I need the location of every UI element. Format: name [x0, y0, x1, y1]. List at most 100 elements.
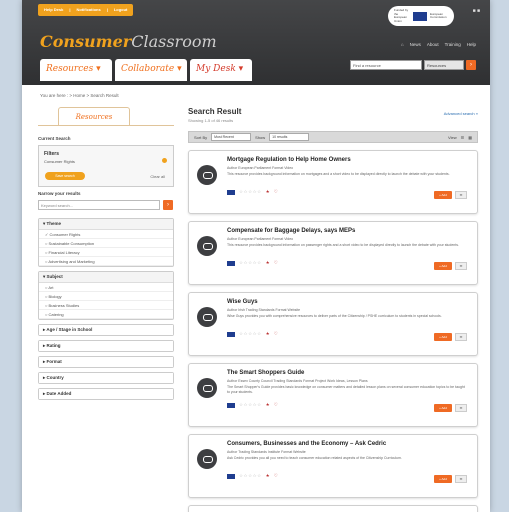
logo-thin: Classroom — [131, 32, 217, 51]
keyword-go-icon[interactable]: › — [163, 200, 173, 210]
heart-icon[interactable]: ♡ — [274, 402, 278, 408]
list-view-icon[interactable]: ☰ — [461, 135, 465, 140]
nav-about[interactable]: About — [427, 42, 439, 47]
star-icon[interactable]: ★ — [266, 402, 270, 408]
show-select[interactable]: 10 results — [269, 133, 310, 141]
eu-commission-text: European Commission — [430, 11, 447, 19]
facet-header[interactable]: ▾ Theme — [39, 219, 173, 230]
notifications-link[interactable]: Notifications — [70, 4, 106, 16]
main-tabs: Resources ▾ Collaborate ▾ My Desk ▾ — [40, 59, 252, 81]
logo-bold: Consumer — [40, 32, 132, 51]
narrow-results-label: Narrow your results — [38, 191, 81, 196]
facet-header[interactable]: ▾ Subject — [39, 272, 173, 283]
share-icon[interactable]: ✉ — [455, 191, 467, 199]
result-meta: ☆☆☆☆☆ ★ ♡ — [227, 189, 278, 195]
resource-type-icon — [197, 165, 217, 185]
rating-stars[interactable]: ☆☆☆☆☆ — [239, 260, 262, 266]
facet-item[interactable]: ○ Catering — [39, 310, 173, 319]
share-icon[interactable]: ✉ — [455, 475, 467, 483]
share-icon[interactable]: ✉ — [455, 262, 467, 270]
rating-stars[interactable]: ☆☆☆☆☆ — [239, 189, 262, 195]
add-button[interactable]: + Add — [434, 333, 452, 341]
eu-funding-badge: Funded by the European Union European Co… — [388, 6, 454, 26]
add-button[interactable]: + Add — [434, 191, 452, 199]
facet-item[interactable]: ○ Biology — [39, 292, 173, 301]
heart-icon[interactable]: ♡ — [274, 189, 278, 195]
result-card[interactable]: The Smart Shoppers Guide Author Essex Co… — [188, 363, 478, 427]
result-card[interactable]: Consumers, Businesses and the Economy – … — [188, 434, 478, 498]
facet-header[interactable]: ▸ Rating — [39, 341, 173, 351]
heart-icon[interactable]: ♡ — [274, 473, 278, 479]
sort-label: Sort By — [194, 134, 208, 140]
star-icon[interactable]: ★ — [266, 473, 270, 479]
nav-training[interactable]: Training — [445, 42, 461, 47]
search-go-icon[interactable]: › — [466, 60, 476, 70]
facet-header[interactable]: ▸ Age / Stage in School — [39, 325, 173, 335]
result-title[interactable]: Wise Guys — [227, 299, 258, 305]
share-icon[interactable]: ✉ — [455, 333, 467, 341]
filters-box: Filters Consumer Rights Save search Clea… — [38, 145, 174, 187]
result-card[interactable]: Wise Guys Author Irish Trading Standards… — [188, 292, 478, 356]
facet-header[interactable]: ▸ Format — [39, 357, 173, 367]
rating-stars[interactable]: ☆☆☆☆☆ — [239, 331, 262, 337]
current-search-label: Current Search — [38, 136, 71, 141]
top-nav: ⌂ News About Training Help — [401, 42, 476, 47]
home-icon[interactable]: ⌂ — [401, 42, 404, 47]
keyword-search-input[interactable]: Keyword search... — [38, 200, 160, 210]
help-desk-link[interactable]: Help Desk — [38, 4, 69, 16]
nav-help[interactable]: Help — [467, 42, 476, 47]
result-card[interactable]: Compensate for Baggage Delays, says MEPs… — [188, 221, 478, 285]
facet-country: ▸ Country — [38, 372, 174, 384]
rating-stars[interactable]: ☆☆☆☆☆ — [239, 402, 262, 408]
clear-all-link[interactable]: Clear all — [150, 174, 165, 179]
advanced-search-link[interactable]: Advanced search » — [444, 111, 478, 116]
result-title[interactable]: Consumers, Businesses and the Economy – … — [227, 441, 386, 447]
view-label: View — [448, 134, 457, 140]
facet-header[interactable]: ▸ Country — [39, 373, 173, 383]
star-icon[interactable]: ★ — [266, 260, 270, 266]
header-search-input[interactable]: Find a resource — [350, 60, 422, 70]
facet-item[interactable]: ○ Financial Literacy — [39, 248, 173, 257]
result-author: Author Irish Trading Standards Format We… — [227, 308, 301, 312]
eu-flag-icon — [413, 11, 427, 21]
site-logo[interactable]: ConsumerClassroom — [40, 32, 217, 51]
save-search-button[interactable]: Save search — [45, 172, 85, 180]
tab-collaborate[interactable]: Collaborate ▾ — [115, 59, 187, 81]
result-title[interactable]: Mortgage Regulation to Help Home Owners — [227, 157, 351, 163]
eu-funded-text: Funded by the European Union — [394, 8, 409, 23]
facet-item[interactable]: ○ Art — [39, 283, 173, 292]
add-button[interactable]: + Add — [434, 475, 452, 483]
result-actions: + Add ✉ — [434, 475, 467, 483]
logout-link[interactable]: Logout — [108, 4, 134, 16]
facet-item[interactable]: ○ Advertising and Marketing — [39, 257, 173, 266]
resource-type-icon — [197, 449, 217, 469]
result-description: This resource provides background inform… — [227, 243, 459, 247]
heart-icon[interactable]: ♡ — [274, 331, 278, 337]
heart-icon[interactable]: ♡ — [274, 260, 278, 266]
result-card[interactable] — [188, 505, 478, 512]
header-search-select[interactable]: Resources — [424, 60, 464, 70]
result-actions: + Add ✉ — [434, 262, 467, 270]
sort-select[interactable]: Most Recent — [211, 133, 252, 141]
remove-filter-icon[interactable] — [162, 158, 167, 163]
facet-item[interactable]: ○ Business Studies — [39, 301, 173, 310]
result-title[interactable]: The Smart Shoppers Guide — [227, 370, 304, 376]
nav-news[interactable]: News — [410, 42, 421, 47]
add-button[interactable]: + Add — [434, 404, 452, 412]
tab-my-desk[interactable]: My Desk ▾ — [190, 59, 252, 81]
facet-item[interactable]: ✓ Consumer Rights — [39, 230, 173, 239]
add-button[interactable]: + Add — [434, 262, 452, 270]
tab-resources[interactable]: Resources ▾ — [40, 59, 112, 81]
result-card[interactable]: Mortgage Regulation to Help Home Owners … — [188, 150, 478, 214]
star-icon[interactable]: ★ — [266, 331, 270, 337]
rating-stars[interactable]: ☆☆☆☆☆ — [239, 473, 262, 479]
result-title[interactable]: Compensate for Baggage Delays, says MEPs — [227, 228, 355, 234]
star-icon[interactable]: ★ — [266, 189, 270, 195]
share-icon[interactable]: ✉ — [455, 404, 467, 412]
facet-item[interactable]: ○ Sustainable Consumption — [39, 239, 173, 248]
language-flags-icon[interactable]: ■ ■ — [473, 8, 480, 14]
results-count: Showing 1-5 of 46 results — [188, 118, 234, 123]
resources-tab[interactable]: Resources — [58, 107, 130, 125]
facet-header[interactable]: ▸ Date Added — [39, 389, 173, 399]
grid-view-icon[interactable]: ▦ — [468, 135, 472, 140]
